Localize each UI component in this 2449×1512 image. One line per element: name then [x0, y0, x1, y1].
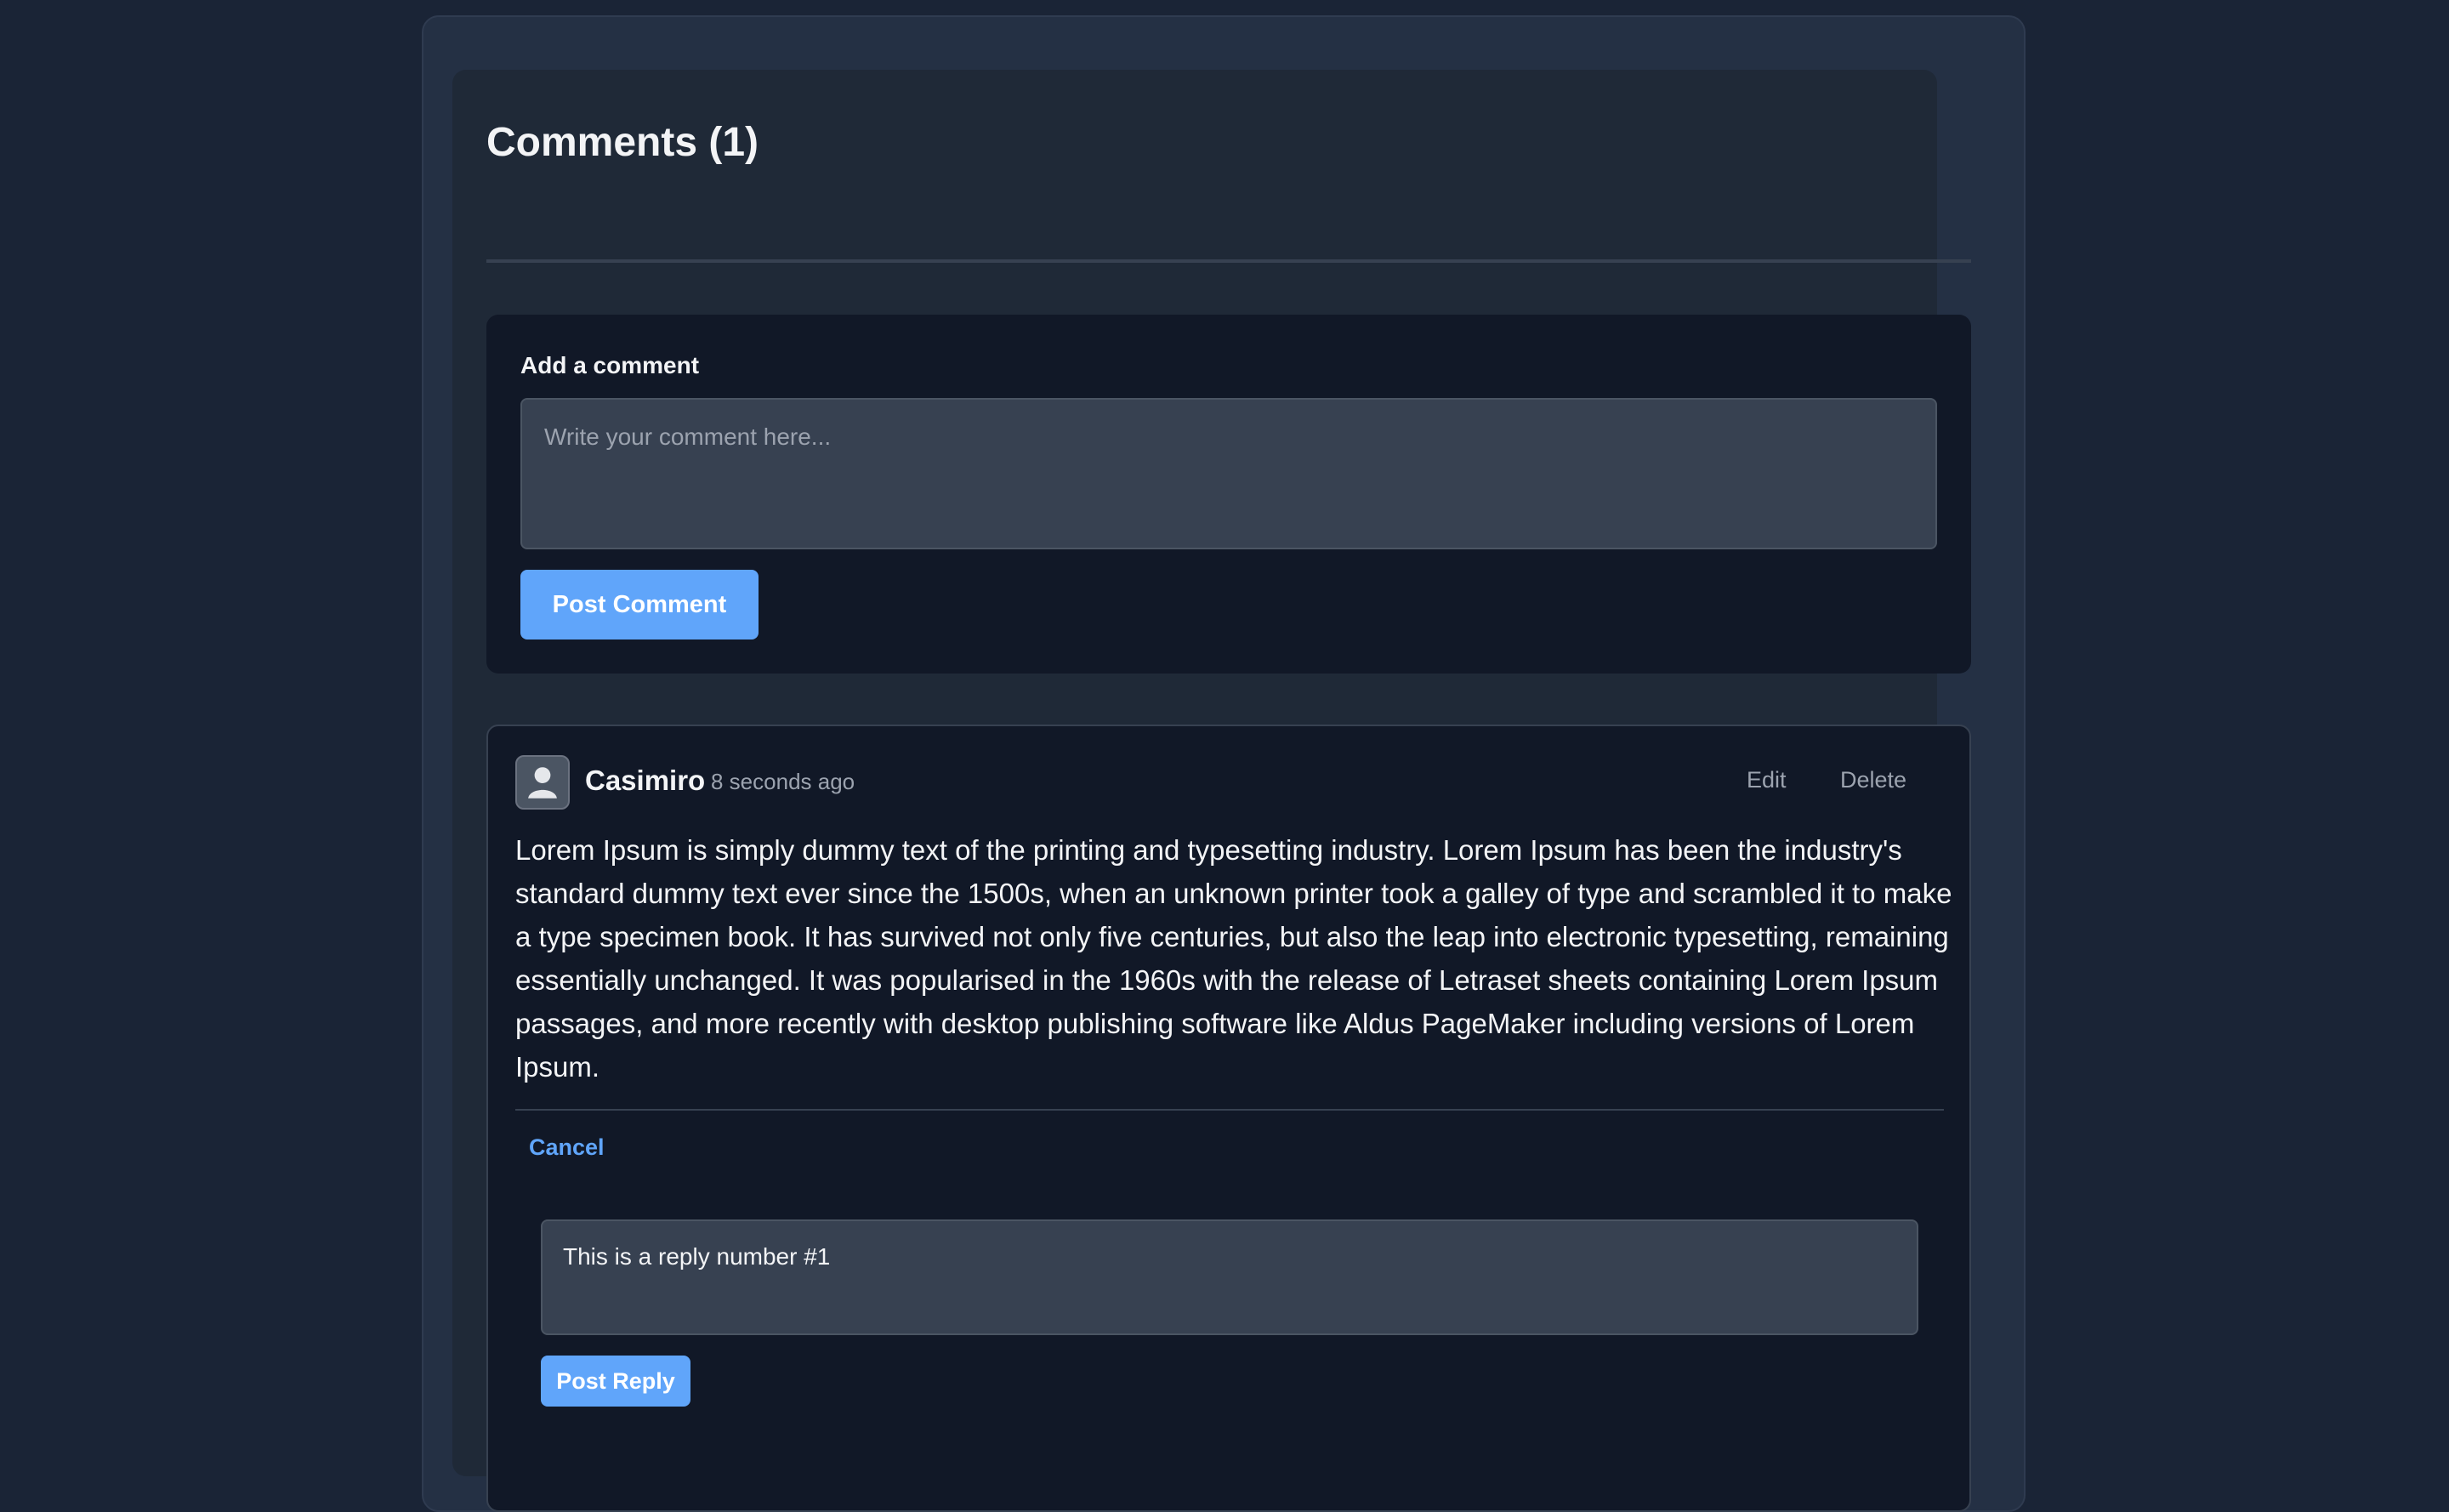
- outer-panel: Comments (1) Add a comment Post Comment …: [422, 15, 2026, 1512]
- reply-input[interactable]: This is a reply number #1: [541, 1219, 1918, 1335]
- user-icon-graphic: [528, 767, 557, 799]
- post-comment-button[interactable]: Post Comment: [520, 570, 759, 639]
- comment-divider: [515, 1109, 1944, 1111]
- comment-body: Lorem Ipsum is simply dummy text of the …: [515, 834, 1952, 1083]
- edit-comment-button[interactable]: Edit: [1747, 767, 1787, 793]
- user-icon: [515, 755, 570, 810]
- comment-item: Casimiro 8 seconds ago Edit Delete Lorem…: [486, 725, 1971, 1512]
- comments-section: Comments (1) Add a comment Post Comment …: [452, 70, 1971, 1512]
- add-comment-label: Add a comment: [520, 352, 700, 378]
- title-divider: [486, 259, 1971, 263]
- cancel-reply-button[interactable]: Cancel: [529, 1134, 605, 1161]
- add-comment-form: Add a comment Post Comment: [486, 315, 1971, 674]
- comment-input[interactable]: [520, 398, 1937, 549]
- post-reply-button[interactable]: Post Reply: [541, 1356, 690, 1407]
- comments-title: Comments (1): [486, 120, 759, 165]
- comment-author: Casimiro: [585, 765, 706, 796]
- delete-comment-button[interactable]: Delete: [1840, 767, 1906, 793]
- comment-timestamp: 8 seconds ago: [711, 769, 855, 794]
